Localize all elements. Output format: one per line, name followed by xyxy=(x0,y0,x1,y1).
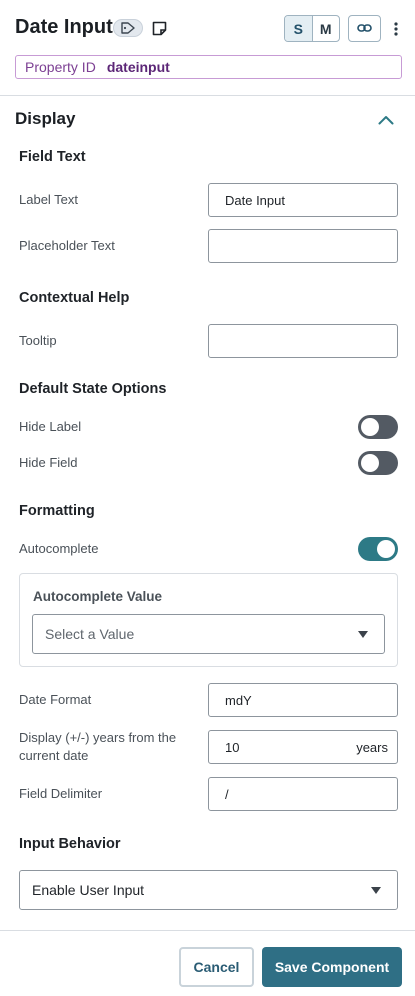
label-text-input[interactable]: Date Input xyxy=(208,183,398,217)
years-suffix: years xyxy=(356,739,388,755)
label-text-label: Label Text xyxy=(19,192,79,207)
toggle-knob xyxy=(377,540,395,558)
sticky-note-icon[interactable] xyxy=(151,19,167,37)
kebab-menu-icon[interactable] xyxy=(389,18,403,40)
placeholder-text-label: Placeholder Text xyxy=(19,238,115,253)
contextual-help-heading: Contextual Help xyxy=(19,290,130,306)
size-m-button[interactable]: M xyxy=(313,16,340,41)
hide-field-toggle[interactable] xyxy=(358,451,398,475)
cancel-button[interactable]: Cancel xyxy=(179,947,254,987)
autocomplete-label: Autocomplete xyxy=(19,541,99,556)
years-range-label: Display (+/-) years from the current dat… xyxy=(19,730,177,763)
date-format-value: mdY xyxy=(225,692,252,708)
hide-label-label: Hide Label xyxy=(19,419,82,434)
link-icon xyxy=(357,20,372,38)
years-range-input[interactable]: 10 years xyxy=(208,730,398,764)
component-title: Date Input xyxy=(15,16,113,38)
toggle-knob xyxy=(361,454,379,472)
input-behavior-heading: Input Behavior xyxy=(19,836,121,852)
formatting-heading: Formatting xyxy=(19,503,95,519)
display-section-title[interactable]: Display xyxy=(15,109,75,129)
field-text-heading: Field Text xyxy=(19,149,86,165)
link-button[interactable] xyxy=(348,15,381,42)
tooltip-label: Tooltip xyxy=(19,333,57,348)
field-delimiter-value: / xyxy=(225,786,229,802)
caret-down-icon xyxy=(371,887,381,894)
tag-icon[interactable] xyxy=(113,19,143,37)
date-format-input[interactable]: mdY xyxy=(208,683,398,717)
input-behavior-select[interactable]: Enable User Input xyxy=(19,870,398,910)
input-behavior-selected: Enable User Input xyxy=(32,882,145,898)
property-id-value: dateinput xyxy=(106,59,170,75)
tooltip-input[interactable] xyxy=(208,324,398,358)
autocomplete-value-panel: Autocomplete Value Select a Value xyxy=(19,573,398,667)
property-id-label: Property ID xyxy=(25,59,96,75)
chevron-up-icon[interactable] xyxy=(376,111,396,129)
years-range-value: 10 xyxy=(225,739,240,755)
property-id-field[interactable]: Property ID dateinput xyxy=(15,55,402,79)
size-toggle-group: S M xyxy=(284,15,340,42)
panel-header: Date Input S M Property ID dateinput xyxy=(0,0,415,96)
autocomplete-value-select[interactable]: Select a Value xyxy=(32,614,385,654)
autocomplete-value-title: Autocomplete Value xyxy=(33,589,163,604)
caret-down-icon xyxy=(358,631,368,638)
toggle-knob xyxy=(361,418,379,436)
label-text-value: Date Input xyxy=(225,192,285,208)
size-s-button[interactable]: S xyxy=(285,16,313,41)
save-component-button[interactable]: Save Component xyxy=(262,947,402,987)
hide-field-label: Hide Field xyxy=(19,455,78,470)
autocomplete-toggle[interactable] xyxy=(358,537,398,561)
placeholder-text-input[interactable] xyxy=(208,229,398,263)
hide-label-toggle[interactable] xyxy=(358,415,398,439)
default-state-heading: Default State Options xyxy=(19,381,167,397)
field-delimiter-label: Field Delimiter xyxy=(19,786,103,801)
autocomplete-value-placeholder: Select a Value xyxy=(45,626,135,642)
date-format-label: Date Format xyxy=(19,692,92,707)
field-delimiter-input[interactable]: / xyxy=(208,777,398,811)
